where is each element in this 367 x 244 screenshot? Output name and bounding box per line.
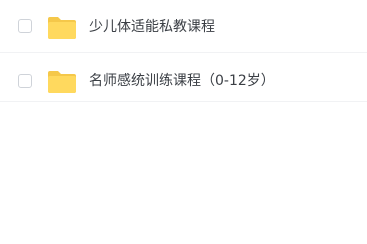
file-name[interactable]: 少儿体适能私教课程 xyxy=(89,18,215,36)
select-checkbox[interactable] xyxy=(18,74,32,88)
folder-icon xyxy=(48,17,76,39)
list-item[interactable]: 名师感统训练课程（0-12岁） xyxy=(0,53,367,102)
list-item[interactable]: 少儿体适能私教课程 xyxy=(0,0,367,53)
file-list: 少儿体适能私教课程 名师感统训练课程（0-12岁） xyxy=(0,0,367,102)
file-name[interactable]: 名师感统训练课程（0-12岁） xyxy=(89,72,275,90)
select-checkbox[interactable] xyxy=(18,19,32,33)
folder-icon xyxy=(48,71,76,93)
